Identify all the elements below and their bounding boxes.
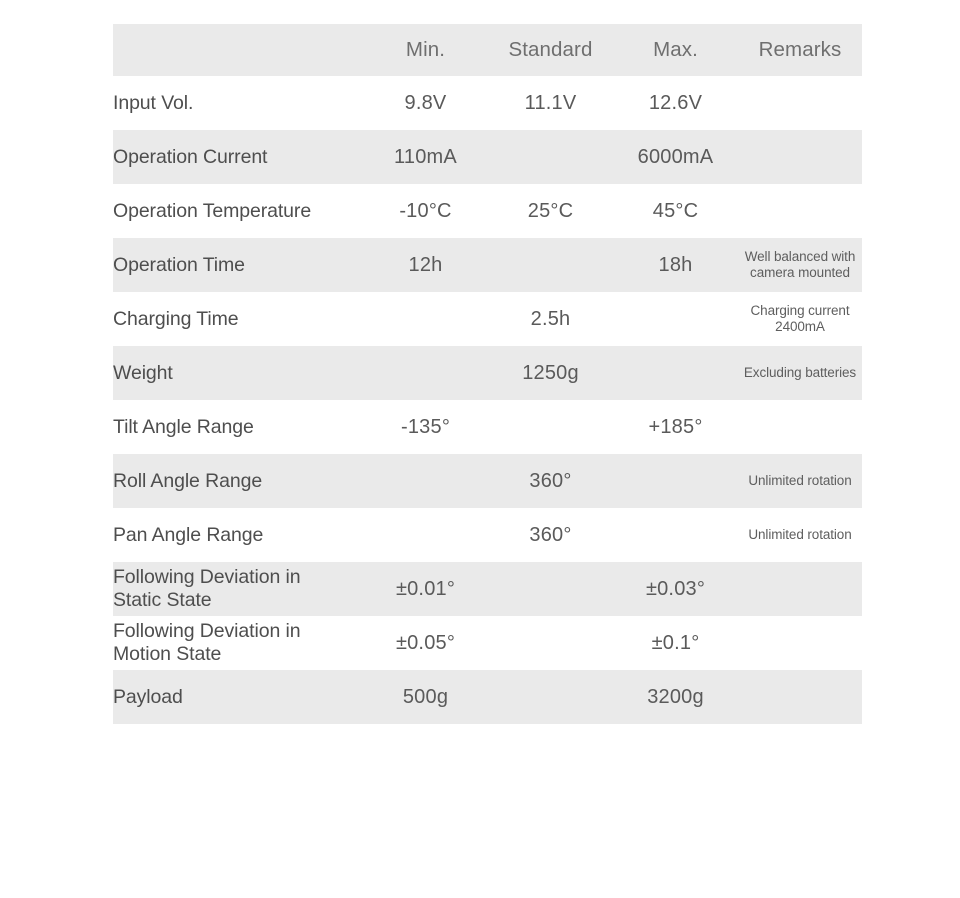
cell-max: +185°	[648, 415, 703, 438]
cell-remarks	[738, 562, 862, 616]
table-header-row: Min. Standard Max. Remarks	[113, 24, 862, 76]
cell-max: 12.6V	[648, 91, 703, 114]
cell-remarks: Charging current 2400mA	[738, 292, 862, 346]
cell-standard: 1250g	[522, 361, 579, 384]
specification-table: Min. Standard Max. Remarks Input Vol. 9.…	[113, 24, 862, 724]
cell-min: ±0.05°	[395, 631, 456, 654]
table-row: Input Vol. 9.8V 11.1V 12.6V	[113, 76, 862, 130]
remarks-line-1: Well balanced with	[744, 249, 856, 265]
table-row: Operation Current 110mA 6000mA	[113, 130, 862, 184]
table-body: Input Vol. 9.8V 11.1V 12.6V Operation Cu…	[113, 76, 862, 724]
table-row: Payload 500g 3200g	[113, 670, 862, 724]
cell-remarks	[738, 616, 862, 670]
header-cell-max: Max.	[653, 38, 698, 61]
cell-remarks	[738, 76, 862, 130]
cell-remarks	[738, 670, 862, 724]
row-label-line-2: Motion State	[113, 643, 222, 665]
table-row: Operation Temperature -10°C 25°C 45°C	[113, 184, 862, 238]
table-row: Following Deviation in Static State ±0.0…	[113, 562, 862, 616]
table-row: Roll Angle Range 360° Unlimited rotation	[113, 454, 862, 508]
cell-max: 3200g	[647, 685, 704, 708]
cell-max: 45°C	[652, 199, 699, 222]
cell-max	[613, 508, 738, 562]
cell-standard: 25°C	[527, 199, 574, 222]
cell-max	[613, 346, 738, 400]
table-row: Following Deviation in Motion State ±0.0…	[113, 616, 862, 670]
row-label: Tilt Angle Range	[113, 415, 254, 438]
cell-max	[613, 454, 738, 508]
remarks-line-2: camera mounted	[750, 265, 850, 280]
remarks-line-1: Unlimited rotation	[748, 473, 852, 489]
row-label: Weight	[113, 361, 173, 384]
row-label: Charging Time	[113, 307, 239, 330]
remarks-line-1: Unlimited rotation	[748, 527, 852, 543]
specification-table-container: Min. Standard Max. Remarks Input Vol. 9.…	[113, 24, 862, 724]
cell-remarks	[738, 400, 862, 454]
cell-standard: 2.5h	[530, 307, 571, 330]
cell-min: -10°C	[399, 199, 452, 222]
row-label-line-1: Following Deviation in	[113, 620, 301, 642]
header-cell-name	[113, 24, 363, 76]
row-label: Operation Time	[113, 253, 245, 276]
cell-min: 12h	[408, 253, 443, 276]
header-cell-min: Min.	[405, 38, 446, 61]
remarks-line-1: Charging current	[750, 303, 850, 319]
cell-min: 9.8V	[404, 91, 447, 114]
cell-remarks	[738, 130, 862, 184]
row-label: Pan Angle Range	[113, 523, 264, 546]
cell-min	[363, 454, 488, 508]
cell-standard	[488, 562, 613, 616]
cell-max: ±0.1°	[651, 631, 700, 654]
row-label: Operation Current	[113, 145, 268, 168]
cell-remarks: Well balanced with camera mounted	[738, 238, 862, 292]
cell-remarks: Unlimited rotation	[738, 508, 862, 562]
cell-max: ±0.03°	[645, 577, 706, 600]
remarks-line-2: 2400mA	[775, 319, 825, 334]
cell-standard: 360°	[529, 523, 572, 546]
table-row: Weight 1250g Excluding batteries	[113, 346, 862, 400]
cell-min: 110mA	[394, 145, 457, 168]
cell-standard	[488, 400, 613, 454]
table-row: Tilt Angle Range -135° +185°	[113, 400, 862, 454]
cell-standard	[488, 670, 613, 724]
cell-max: 18h	[658, 253, 693, 276]
cell-min	[363, 346, 488, 400]
cell-min: ±0.01°	[395, 577, 456, 600]
cell-standard	[488, 238, 613, 292]
cell-min	[363, 508, 488, 562]
row-label-line-2: Static State	[113, 589, 212, 611]
cell-min: -135°	[400, 415, 451, 438]
table-header: Min. Standard Max. Remarks	[113, 24, 862, 76]
cell-standard	[488, 130, 613, 184]
row-label: Payload	[113, 685, 183, 708]
cell-max: 6000mA	[637, 145, 714, 168]
cell-remarks: Excluding batteries	[738, 346, 862, 400]
row-label: Following Deviation in Motion State	[113, 616, 363, 670]
row-label: Input Vol.	[113, 91, 194, 114]
table-row: Operation Time 12h 18h Well balanced wit…	[113, 238, 862, 292]
cell-remarks	[738, 184, 862, 238]
cell-max	[613, 292, 738, 346]
table-row: Charging Time 2.5h Charging current 2400…	[113, 292, 862, 346]
header-cell-remarks: Remarks	[758, 38, 842, 61]
cell-standard: 360°	[529, 469, 572, 492]
cell-remarks: Unlimited rotation	[738, 454, 862, 508]
row-label: Roll Angle Range	[113, 469, 263, 492]
table-row: Pan Angle Range 360° Unlimited rotation	[113, 508, 862, 562]
remarks-line-1: Excluding batteries	[743, 365, 857, 381]
cell-min: 500g	[402, 685, 449, 708]
row-label: Operation Temperature	[113, 199, 312, 222]
cell-standard: 11.1V	[524, 91, 577, 114]
cell-standard	[488, 616, 613, 670]
row-label: Following Deviation in Static State	[113, 562, 363, 616]
row-label-line-1: Following Deviation in	[113, 566, 301, 588]
header-cell-standard: Standard	[508, 38, 593, 61]
cell-min	[363, 292, 488, 346]
